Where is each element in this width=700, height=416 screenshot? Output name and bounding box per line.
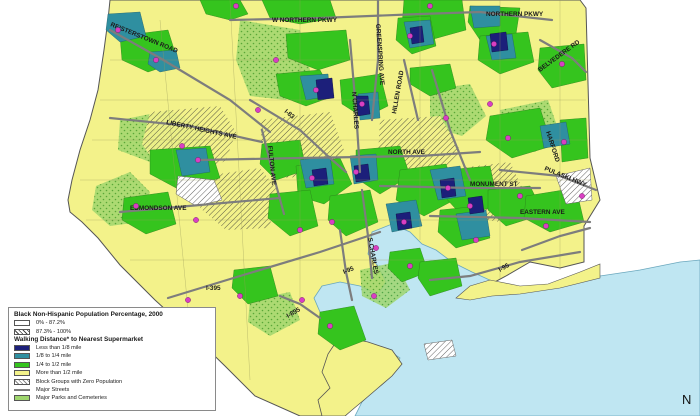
legend-walk-2: 1/8 to 1/4 mile: [14, 352, 210, 360]
supermarket-marker: [237, 293, 243, 299]
supermarket-marker: [579, 193, 585, 199]
legend-parks-label: Major Parks and Cemeteries: [36, 395, 107, 402]
walk-2-swatch: [14, 353, 30, 360]
legend-walk-3-label: 1/4 to 1/2 mile: [36, 361, 72, 368]
walk-4-swatch: [14, 370, 30, 377]
legend-walk-2-label: 1/8 to 1/4 mile: [36, 353, 72, 360]
supermarket-marker: [491, 41, 497, 47]
label-north-ave: NORTH AVE: [388, 149, 426, 156]
legend-walk-4-label: More than 1/2 mile: [36, 370, 83, 377]
legend-zero-pop-label: Block Groups with Zero Population: [36, 378, 123, 385]
legend-zero-pop: Block Groups with Zero Population: [14, 377, 210, 385]
supermarket-marker: [297, 227, 303, 233]
pop-high-swatch: [14, 328, 30, 335]
supermarket-marker: [327, 323, 333, 329]
label-northern: NORTHERN PKWY: [486, 11, 544, 18]
legend-walk-1: Less than 1/8 mile: [14, 344, 210, 352]
legend-major-streets: Major Streets: [14, 386, 210, 394]
parks-swatch: [14, 395, 30, 402]
legend-walking-title: Walking Distance* to Nearest Supermarket: [14, 335, 144, 343]
supermarket-marker: [487, 101, 493, 107]
supermarket-marker: [273, 57, 279, 63]
north-arrow: N: [682, 392, 692, 407]
supermarket-marker: [115, 27, 121, 33]
legend-walk-1-label: Less than 1/8 mile: [36, 344, 82, 351]
walk-3-swatch: [14, 361, 30, 368]
legend-parks: Major Parks and Cemeteries: [14, 394, 210, 402]
zero-pop-swatch: [14, 378, 30, 385]
supermarket-marker: [407, 263, 413, 269]
supermarket-marker: [179, 143, 185, 149]
supermarket-marker: [559, 61, 565, 67]
legend-major-streets-label: Major Streets: [36, 386, 70, 393]
street-line-swatch: [14, 388, 30, 391]
supermarket-marker: [153, 57, 159, 63]
supermarket-marker: [517, 193, 523, 199]
supermarket-marker: [427, 3, 433, 9]
supermarket-marker: [133, 203, 139, 209]
legend-pop-high-label: 87.3% - 100%: [36, 328, 72, 335]
supermarket-marker: [185, 297, 191, 303]
supermarket-marker: [195, 157, 201, 163]
legend-walk-4: More than 1/2 mile: [14, 369, 210, 377]
supermarket-marker: [543, 223, 549, 229]
legend-walk-3: 1/4 to 1/2 mile: [14, 361, 210, 369]
label-i395: I-395: [206, 285, 221, 292]
supermarket-marker: [371, 293, 377, 299]
supermarket-marker: [299, 297, 305, 303]
supermarket-marker: [359, 101, 365, 107]
legend-pop-high: 87.3% - 100%: [14, 327, 210, 335]
supermarket-marker: [309, 175, 315, 181]
supermarket-marker: [443, 115, 449, 121]
supermarket-marker: [373, 245, 379, 251]
supermarket-marker: [561, 139, 567, 145]
walk-1-swatch: [14, 344, 30, 351]
supermarket-marker: [193, 217, 199, 223]
label-eastern: EASTERN AVE: [520, 209, 565, 216]
supermarket-marker: [313, 87, 319, 93]
pop-low-swatch: [14, 320, 30, 327]
map-canvas: W NORTHERN PKWY NORTHERN PKWY BELVEDERE …: [0, 0, 700, 416]
supermarket-marker: [233, 3, 239, 9]
supermarket-marker: [467, 203, 473, 209]
supermarket-marker: [329, 219, 335, 225]
supermarket-marker: [353, 169, 359, 175]
supermarket-marker: [505, 135, 511, 141]
label-monument: MONUMENT ST: [470, 181, 518, 188]
legend-pop-low: 0% - 87.2%: [14, 319, 210, 327]
label-w-northern: W NORTHERN PKWY: [272, 17, 338, 24]
supermarket-marker: [445, 185, 451, 191]
supermarket-marker: [401, 219, 407, 225]
supermarket-marker: [473, 237, 479, 243]
supermarket-marker: [255, 107, 261, 113]
legend-population-title: Black Non-Hispanic Population Percentage…: [14, 311, 163, 318]
legend-pop-low-label: 0% - 87.2%: [36, 320, 65, 327]
supermarket-marker: [407, 33, 413, 39]
map-legend: Black Non-Hispanic Population Percentage…: [8, 307, 216, 411]
